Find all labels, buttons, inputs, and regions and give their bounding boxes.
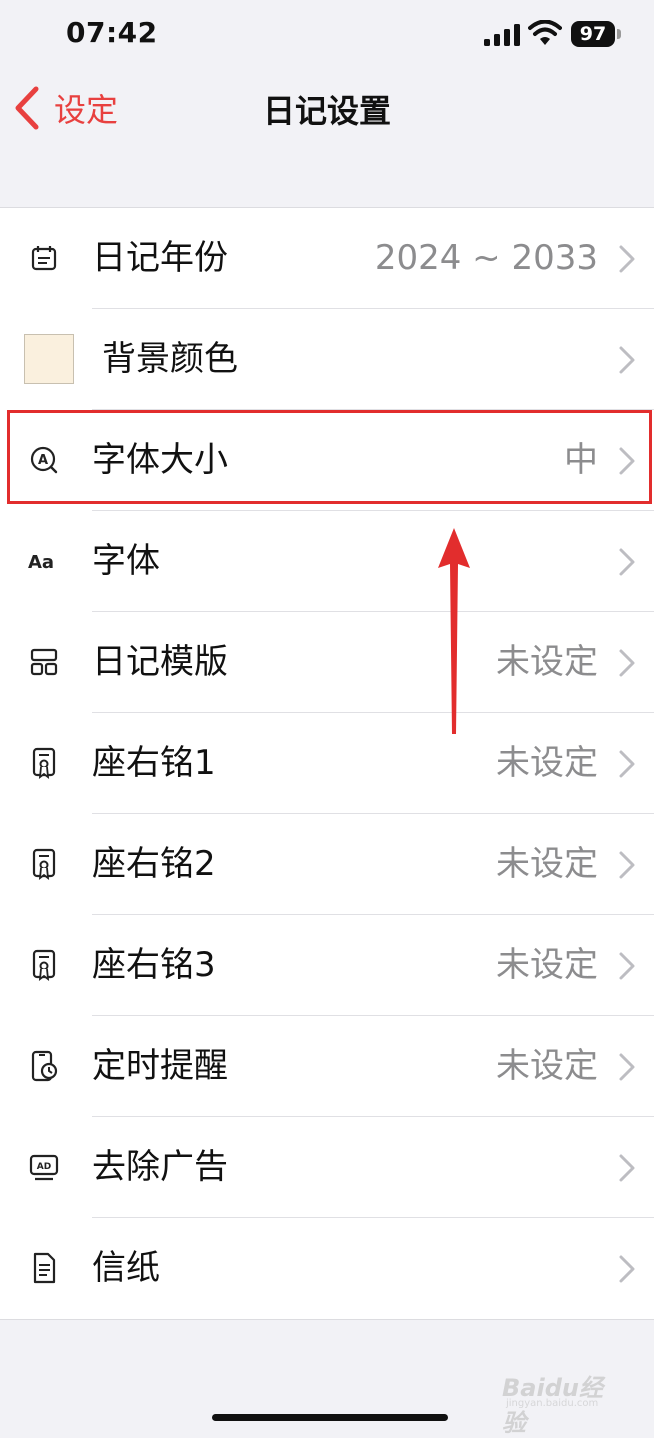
- row-motto-3[interactable]: 座右铭3 未设定: [0, 915, 654, 1016]
- row-label: 背景颜色: [102, 339, 238, 379]
- chevron-right-icon: [619, 851, 635, 879]
- ad-icon: AD: [27, 1150, 61, 1184]
- row-reminder[interactable]: 定时提醒 未设定: [0, 1016, 654, 1117]
- row-value: 未设定: [496, 945, 598, 985]
- calendar-icon: [27, 241, 61, 275]
- template-icon: [27, 645, 61, 679]
- battery-icon: 97: [571, 21, 621, 47]
- certificate-icon: [27, 948, 61, 982]
- row-label: 座右铭1: [92, 743, 216, 783]
- row-value: 未设定: [496, 743, 598, 783]
- svg-text:Aa: Aa: [28, 552, 54, 573]
- chevron-right-icon: [619, 1255, 635, 1283]
- row-motto-2[interactable]: 座右铭2 未设定: [0, 814, 654, 915]
- row-remove-ads[interactable]: AD 去除广告: [0, 1117, 654, 1218]
- status-bar: 07:42 97: [0, 0, 654, 70]
- highlight-annotation-box: [7, 410, 652, 504]
- settings-list: 日记年份 2024 ~ 2033 背景颜色 A 字体大小 中 Aa 字体 日记模…: [0, 207, 654, 1320]
- svg-text:AD: AD: [37, 1162, 51, 1172]
- chevron-right-icon: [619, 750, 635, 778]
- chevron-right-icon: [619, 649, 635, 677]
- color-swatch: [24, 334, 74, 384]
- cellular-signal-icon: [484, 24, 520, 46]
- row-label: 定时提醒: [92, 1046, 228, 1086]
- certificate-icon: [27, 746, 61, 780]
- row-label: 去除广告: [92, 1147, 228, 1187]
- navigation-bar: 设定 日记设置: [0, 70, 654, 146]
- document-icon: [27, 1251, 61, 1285]
- font-icon: Aa: [27, 544, 61, 578]
- home-indicator[interactable]: [212, 1414, 448, 1421]
- arrow-up-icon: [438, 528, 470, 734]
- row-value: 未设定: [496, 844, 598, 884]
- row-value: 2024 ~ 2033: [374, 238, 598, 278]
- status-time: 07:42: [66, 16, 158, 49]
- row-background-color[interactable]: 背景颜色: [0, 309, 654, 410]
- chevron-right-icon: [619, 548, 635, 576]
- row-value: 未设定: [496, 1046, 598, 1086]
- battery-level: 97: [571, 21, 615, 47]
- row-label: 座右铭2: [92, 844, 216, 884]
- watermark-url: jingyan.baidu.com: [506, 1398, 599, 1409]
- baidu-watermark: Baidu经验 jingyan.baidu.com: [502, 1360, 622, 1437]
- chevron-right-icon: [619, 245, 635, 273]
- row-value: 未设定: [496, 642, 598, 682]
- row-diary-template[interactable]: 日记模版 未设定: [0, 612, 654, 713]
- phone-clock-icon: [27, 1049, 61, 1083]
- row-letter-paper[interactable]: 信纸: [0, 1218, 654, 1319]
- wifi-icon: [528, 20, 562, 45]
- chevron-right-icon: [619, 1053, 635, 1081]
- row-diary-year[interactable]: 日记年份 2024 ~ 2033: [0, 208, 654, 309]
- certificate-icon: [27, 847, 61, 881]
- row-label: 日记年份: [92, 238, 228, 278]
- row-font[interactable]: Aa 字体: [0, 511, 654, 612]
- row-label: 信纸: [92, 1248, 160, 1288]
- chevron-right-icon: [619, 346, 635, 374]
- page-title: 日记设置: [262, 92, 391, 130]
- row-label: 字体: [92, 541, 160, 581]
- chevron-right-icon: [619, 1154, 635, 1182]
- row-label: 日记模版: [92, 642, 228, 682]
- row-motto-1[interactable]: 座右铭1 未设定: [0, 713, 654, 814]
- row-label: 座右铭3: [92, 945, 216, 985]
- chevron-right-icon: [619, 952, 635, 980]
